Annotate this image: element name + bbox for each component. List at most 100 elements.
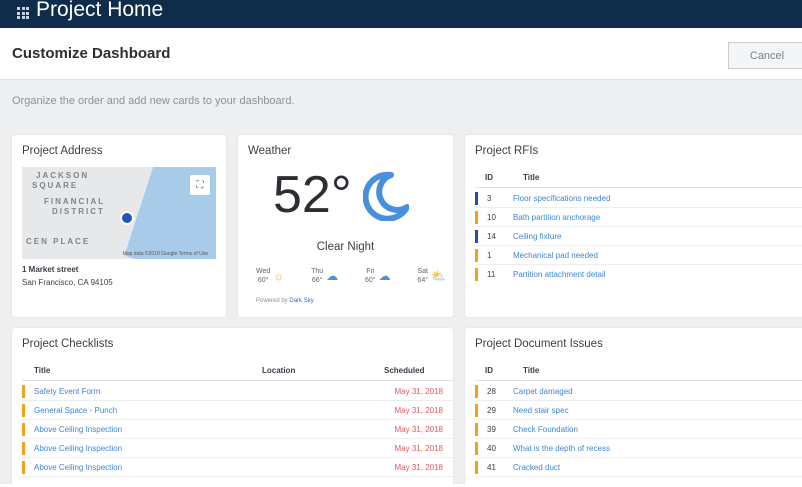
column-header-title: Title	[34, 366, 51, 375]
item-title-link[interactable]: Floor specifications needed	[513, 194, 610, 203]
list-item[interactable]: Safety Event Form May 31, 2018	[22, 382, 453, 401]
top-bar: Project Home	[0, 0, 802, 28]
item-id: 3	[487, 194, 492, 203]
header-divider	[475, 187, 802, 188]
scheduled-date: May 31, 2018	[394, 387, 443, 396]
list-item[interactable]: 41 Cracked duct	[475, 458, 802, 477]
forecast-day: Sat 64° ⛅	[417, 267, 446, 285]
header-divider	[475, 380, 802, 381]
item-title-link[interactable]: Check Foundation	[513, 425, 578, 434]
list-item[interactable]: 39 Check Foundation	[475, 420, 802, 439]
scheduled-date: May 31, 2018	[394, 406, 443, 415]
item-id: 39	[487, 425, 496, 434]
status-marker	[475, 442, 478, 455]
list-item[interactable]: 14 Ceiling fixture	[475, 227, 802, 246]
map[interactable]: JACKSON SQUARE FINANCIAL DISTRICT CEN PL…	[22, 167, 216, 259]
item-id: 11	[487, 270, 496, 279]
page-title: Customize Dashboard	[12, 45, 171, 62]
item-title-link[interactable]: Above Ceiling Inspection	[34, 463, 122, 472]
weather-condition: Clear Night	[316, 241, 375, 253]
map-label: FINANCIAL	[44, 197, 106, 206]
map-label: SQUARE	[32, 181, 79, 190]
item-title-link[interactable]: What is the depth of recess	[513, 444, 610, 453]
status-marker	[475, 461, 478, 474]
card-title: Project RFIs	[475, 145, 539, 157]
cancel-button[interactable]: Cancel	[728, 42, 802, 69]
list-item[interactable]: 11 Partition attachment detail	[475, 265, 802, 284]
forecast-day-name: Fri	[366, 268, 375, 275]
map-label: JACKSON	[36, 171, 90, 180]
forecast-day: Thu 66° ☁	[311, 267, 338, 285]
item-title-link[interactable]: General Space - Punch	[34, 406, 117, 415]
list-item[interactable]: 10 Bath partition anchorage	[475, 208, 802, 227]
map-attribution: Map data ©2018 Google Terms of Use	[122, 251, 208, 257]
item-id: 41	[487, 463, 496, 472]
item-id: 40	[487, 444, 496, 453]
powered-by-text: Powered by	[256, 298, 288, 304]
list-item[interactable]: 28 Carpet damaged	[475, 382, 802, 401]
item-title-link[interactable]: Above Ceiling Inspection	[34, 425, 122, 434]
powered-by: Powered by Dark Sky	[256, 298, 314, 304]
item-title-link[interactable]: Need stair spec	[513, 406, 569, 415]
forecast-row: Wed 60° ☼ Thu 66° ☁ Fri 60° ☁ Sat 64° ⛅	[256, 267, 446, 285]
item-title-link[interactable]: Above Ceiling Inspection	[34, 444, 122, 453]
list-item[interactable]: 1 Mechanical pad needed	[475, 246, 802, 265]
column-header-scheduled: Scheduled	[384, 366, 425, 375]
forecast-day-name: Thu	[311, 268, 324, 275]
cloud-icon: ☁	[378, 269, 391, 283]
dark-sky-link[interactable]: Dark Sky	[289, 298, 313, 304]
item-title-link[interactable]: Cracked duct	[513, 463, 560, 472]
partly-cloudy-icon: ⛅	[431, 269, 446, 283]
column-header-id: ID	[485, 366, 493, 375]
list-item[interactable]: General Space - Punch May 31, 2018	[22, 401, 453, 420]
item-id: 14	[487, 232, 496, 241]
list-item[interactable]: Above Ceiling Inspection May 31, 2018	[22, 439, 453, 458]
column-header-location: Location	[262, 366, 296, 375]
list-item[interactable]: Above Ceiling Inspection May 31, 2018	[22, 458, 453, 477]
apps-grid-icon[interactable]	[17, 7, 29, 19]
card-title: Project Address	[22, 145, 103, 157]
address-line-1: 1 Market street	[22, 265, 79, 274]
status-marker	[475, 268, 478, 281]
list-item[interactable]: Above Ceiling Inspection May 31, 2018	[22, 420, 453, 439]
item-id: 29	[487, 406, 496, 415]
status-marker	[475, 230, 478, 243]
item-id: 1	[487, 251, 492, 260]
column-header-title: Title	[523, 366, 540, 375]
address-line-2: San Francisco, CA 94105	[22, 278, 113, 287]
forecast-temp: 66°	[311, 277, 323, 284]
column-header-id: ID	[485, 173, 493, 182]
map-pin-icon[interactable]	[120, 211, 134, 225]
list-item[interactable]: 29 Need stair spec	[475, 401, 802, 420]
header-divider	[22, 380, 453, 381]
fullscreen-icon[interactable]: ⛶	[190, 175, 210, 195]
status-marker	[475, 192, 478, 205]
item-title-link[interactable]: Mechanical pad needed	[513, 251, 598, 260]
map-label: CEN PLACE	[26, 237, 91, 246]
forecast-day-name: Sat	[417, 268, 428, 275]
current-temperature: 52°	[273, 166, 352, 224]
project-address-card[interactable]: Project Address JACKSON SQUARE FINANCIAL…	[12, 135, 226, 317]
list-item[interactable]: 3 Floor specifications needed	[475, 189, 802, 208]
list-item[interactable]: 40 What is the depth of recess	[475, 439, 802, 458]
item-title-link[interactable]: Bath partition anchorage	[513, 213, 600, 222]
instructions-text: Organize the order and add new cards to …	[12, 95, 295, 107]
item-title-link[interactable]: Ceiling fixture	[513, 232, 561, 241]
item-title-link[interactable]: Carpet damaged	[513, 387, 573, 396]
item-title-link[interactable]: Partition attachment detail	[513, 270, 606, 279]
app-title: Project Home	[36, 0, 164, 21]
item-id: 10	[487, 213, 496, 222]
card-title: Project Checklists	[22, 338, 114, 350]
project-rfis-card[interactable]: Project RFIs ID Title 3 Floor specificati…	[465, 135, 802, 317]
status-marker	[475, 385, 478, 398]
status-marker	[22, 423, 25, 436]
project-document-issues-card[interactable]: Project Document Issues ID Title 28 Carpe…	[465, 328, 802, 484]
page-header: Customize Dashboard Cancel	[0, 28, 802, 80]
cloud-icon: ☁	[326, 269, 339, 283]
item-title-link[interactable]: Safety Event Form	[34, 387, 100, 396]
card-title: Weather	[248, 145, 292, 157]
weather-card[interactable]: Weather 52° Clear Night Wed 60° ☼ Thu 66° …	[238, 135, 453, 317]
scheduled-date: May 31, 2018	[394, 444, 443, 453]
project-checklists-card[interactable]: Project Checklists Title Location Schedu…	[12, 328, 453, 484]
item-id: 28	[487, 387, 496, 396]
